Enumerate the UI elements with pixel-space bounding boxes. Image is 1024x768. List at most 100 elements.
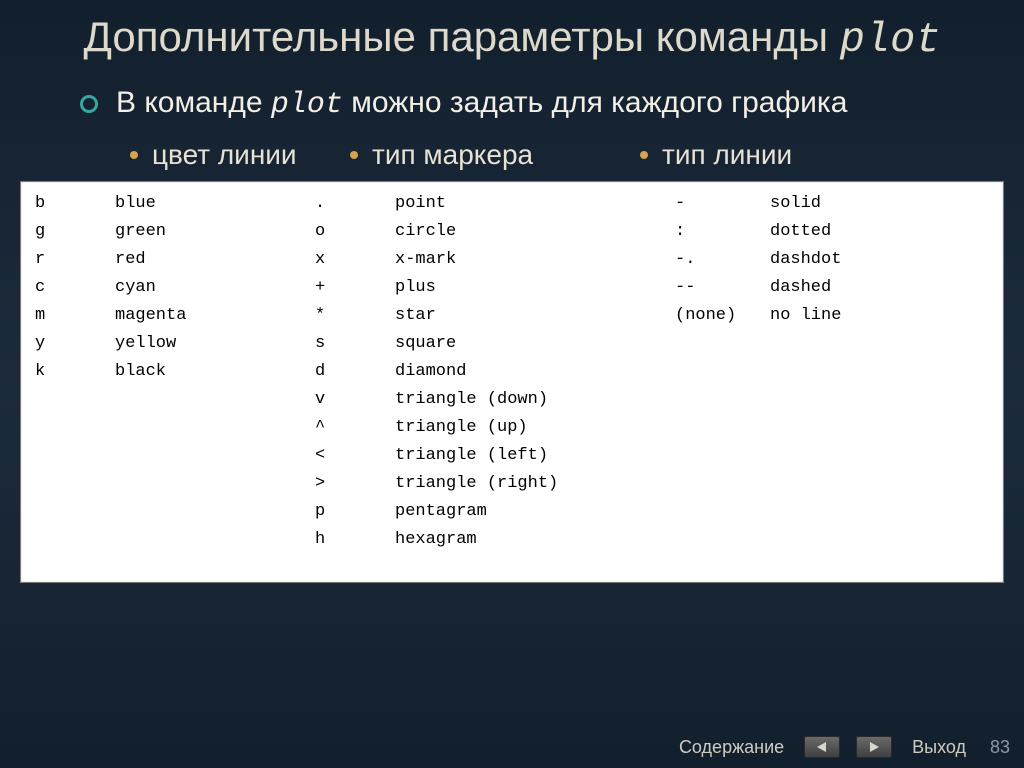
- slide-title: Дополнительные параметры команды plot: [0, 0, 1024, 63]
- color-code: b: [35, 190, 115, 218]
- table-wrap: bblue.point-solidggreenocircle:dottedrre…: [20, 181, 1004, 583]
- line-code: [675, 498, 770, 526]
- marker-code: +: [315, 274, 395, 302]
- line-name: dotted: [770, 218, 831, 246]
- color-name: magenta: [115, 302, 315, 330]
- arrow-right-icon: [867, 741, 881, 753]
- page-number: 83: [986, 737, 1010, 758]
- marker-code: h: [315, 526, 395, 554]
- subheader-marker-label: тип маркера: [372, 139, 533, 171]
- marker-name: triangle (up): [395, 414, 675, 442]
- color-code: [35, 470, 115, 498]
- line-code: [675, 470, 770, 498]
- next-button[interactable]: [856, 736, 892, 758]
- bullet-dot-icon: [130, 151, 138, 159]
- color-code: [35, 442, 115, 470]
- exit-button[interactable]: Выход: [908, 737, 970, 758]
- line-code: [675, 386, 770, 414]
- bullet-dot-icon: [350, 151, 358, 159]
- color-name: red: [115, 246, 315, 274]
- slide-body: В команде plot можно задать для каждого …: [0, 63, 1024, 171]
- color-code: r: [35, 246, 115, 274]
- marker-name: diamond: [395, 358, 675, 386]
- table-row: ccyan+plus--dashed: [35, 274, 997, 302]
- color-code: c: [35, 274, 115, 302]
- color-code: y: [35, 330, 115, 358]
- bullet-dot-icon: [640, 151, 648, 159]
- color-name: [115, 414, 315, 442]
- table-row: <triangle (left): [35, 442, 997, 470]
- marker-code: p: [315, 498, 395, 526]
- color-name: [115, 442, 315, 470]
- color-name: [115, 526, 315, 554]
- slide: Дополнительные параметры команды plot В …: [0, 0, 1024, 768]
- table-row: mmagenta*star(none)no line: [35, 302, 997, 330]
- table-row: ggreenocircle:dotted: [35, 218, 997, 246]
- contents-button[interactable]: Содержание: [675, 737, 788, 758]
- table-row: rredxx-mark-.dashdot: [35, 246, 997, 274]
- subheader-color-label: цвет линии: [152, 139, 297, 171]
- marker-name: square: [395, 330, 675, 358]
- main-before: В команде: [116, 86, 271, 119]
- color-code: g: [35, 218, 115, 246]
- color-name: [115, 470, 315, 498]
- marker-name: triangle (down): [395, 386, 675, 414]
- table-row: ^triangle (up): [35, 414, 997, 442]
- line-code: --: [675, 274, 770, 302]
- table-row: kblackddiamond: [35, 358, 997, 386]
- table-row: hhexagram: [35, 526, 997, 554]
- marker-name: triangle (right): [395, 470, 675, 498]
- marker-name: triangle (left): [395, 442, 675, 470]
- marker-name: plus: [395, 274, 675, 302]
- marker-code: ^: [315, 414, 395, 442]
- line-code: :: [675, 218, 770, 246]
- arrow-left-icon: [815, 741, 829, 753]
- color-name: black: [115, 358, 315, 386]
- subheader-marker: тип маркера: [350, 139, 640, 171]
- bullet-text: В команде plot можно задать для каждого …: [116, 83, 974, 125]
- subheader-line-label: тип линии: [662, 139, 792, 171]
- main-after: можно задать для каждого графика: [343, 86, 847, 119]
- color-code: [35, 526, 115, 554]
- prev-button[interactable]: [804, 736, 840, 758]
- color-name: [115, 498, 315, 526]
- marker-code: s: [315, 330, 395, 358]
- sub-headers-row: цвет линии тип маркера тип линии: [50, 139, 974, 171]
- marker-name: pentagram: [395, 498, 675, 526]
- marker-code: .: [315, 190, 395, 218]
- bullet-circle-icon: [80, 95, 98, 113]
- line-name: solid: [770, 190, 821, 218]
- table-row: ppentagram: [35, 498, 997, 526]
- subheader-line: тип линии: [640, 139, 792, 171]
- line-code: -.: [675, 246, 770, 274]
- color-code: m: [35, 302, 115, 330]
- color-code: k: [35, 358, 115, 386]
- footer: Содержание Выход 83: [675, 736, 1010, 758]
- line-code: [675, 330, 770, 358]
- color-name: blue: [115, 190, 315, 218]
- title-text: Дополнительные параметры команды: [83, 13, 839, 60]
- line-code: (none): [675, 302, 770, 330]
- subheader-color: цвет линии: [130, 139, 350, 171]
- marker-name: point: [395, 190, 675, 218]
- color-code: [35, 498, 115, 526]
- line-name: no line: [770, 302, 841, 330]
- color-code: [35, 414, 115, 442]
- color-name: green: [115, 218, 315, 246]
- marker-name: star: [395, 302, 675, 330]
- marker-code: x: [315, 246, 395, 274]
- line-code: [675, 358, 770, 386]
- bullet-level1: В команде plot можно задать для каждого …: [50, 83, 974, 125]
- marker-code: d: [315, 358, 395, 386]
- title-code: plot: [840, 16, 941, 64]
- marker-name: circle: [395, 218, 675, 246]
- line-code: -: [675, 190, 770, 218]
- line-name: dashed: [770, 274, 831, 302]
- table-row: bblue.point-solid: [35, 190, 997, 218]
- marker-name: hexagram: [395, 526, 675, 554]
- table-row: yyellowssquare: [35, 330, 997, 358]
- color-code: [35, 386, 115, 414]
- color-name: cyan: [115, 274, 315, 302]
- marker-code: o: [315, 218, 395, 246]
- marker-code: <: [315, 442, 395, 470]
